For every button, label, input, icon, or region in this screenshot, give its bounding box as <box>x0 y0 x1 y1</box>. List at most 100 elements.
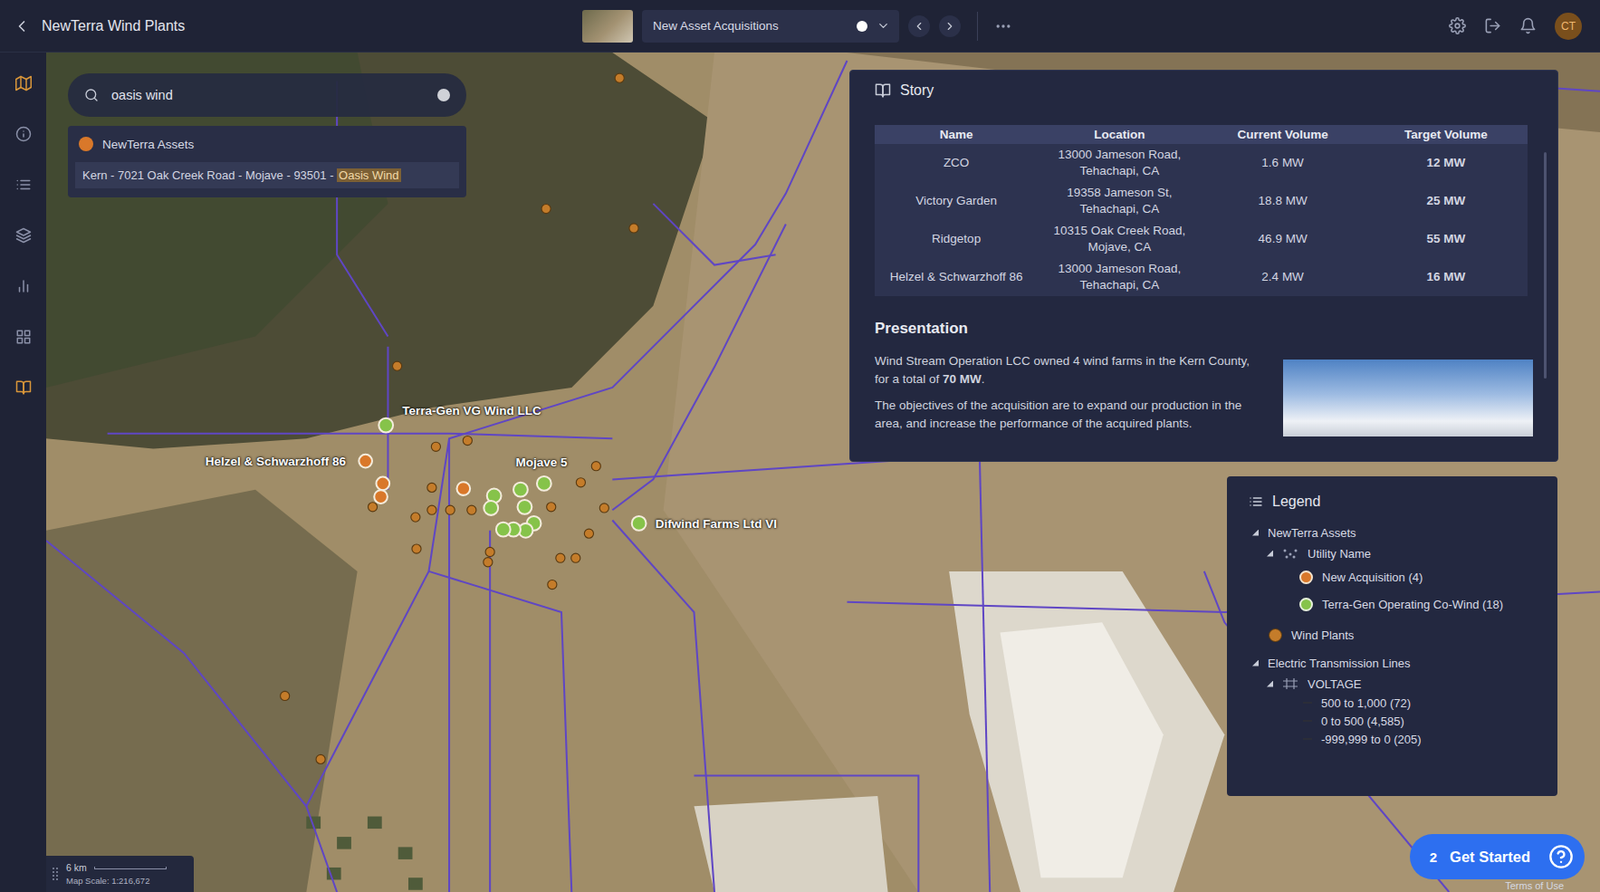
map-label: Helzel & Schwarzhoff 86 <box>205 454 346 469</box>
text: Wind Stream Operation LCC owned 4 wind f… <box>874 354 1250 386</box>
legend-field[interactable]: VOLTAGE <box>1248 673 1538 694</box>
map-pin[interactable] <box>411 512 421 522</box>
table-cell: Victory Garden <box>874 182 1038 221</box>
sidebar-item[interactable] <box>15 379 32 396</box>
table-row: Helzel & Schwarzhoff 8613000 Jameson Roa… <box>874 258 1528 297</box>
book-icon <box>874 82 892 99</box>
prev-button[interactable] <box>908 15 930 38</box>
legend-item: 0 to 500 (4,585) <box>1248 711 1538 730</box>
map-pin[interactable] <box>584 528 594 538</box>
map-pin[interactable] <box>541 203 551 213</box>
sidebar-item[interactable] <box>15 75 32 92</box>
map-pin[interactable] <box>517 499 533 515</box>
presentation-body: Wind Stream Operation LCC owned 4 wind f… <box>874 352 1533 441</box>
user-avatar[interactable]: CT <box>1554 12 1582 40</box>
map[interactable]: Terra-Gen VG Wind LLCHelzel & Schwarzhof… <box>46 52 1600 892</box>
map-pin[interactable] <box>485 546 495 556</box>
table-cell: 46.9 MW <box>1201 220 1365 259</box>
bell-icon[interactable] <box>1519 17 1537 35</box>
map-pin[interactable] <box>546 502 556 512</box>
map-pin[interactable] <box>599 503 609 513</box>
story-selector[interactable]: New Asset Acquisitions <box>641 9 900 43</box>
map-pin[interactable] <box>373 489 388 504</box>
map-pin[interactable] <box>483 500 499 516</box>
map-pin[interactable] <box>462 435 472 445</box>
table-cell: 10315 Oak Creek Road, Mojave, CA <box>1037 220 1201 259</box>
list-icon <box>1248 494 1264 509</box>
map-pin[interactable] <box>467 505 477 515</box>
map-pin[interactable] <box>536 476 552 491</box>
table-header-cell: Location <box>1037 124 1201 144</box>
sidebar-item-icon <box>15 75 32 92</box>
sidebar-item[interactable] <box>15 328 32 345</box>
map-pin[interactable] <box>632 516 647 531</box>
chevron-left-icon <box>912 19 926 33</box>
map-pin[interactable] <box>571 553 581 563</box>
map-pin[interactable] <box>316 754 326 764</box>
caret-icon[interactable] <box>1266 680 1274 688</box>
text: . <box>981 372 986 386</box>
more-icon[interactable] <box>994 17 1013 36</box>
sidebar-item-icon <box>15 125 32 143</box>
chevron-right-icon <box>943 19 957 33</box>
story-thumbnail <box>582 9 633 43</box>
map-pin[interactable] <box>547 579 557 589</box>
map-pin[interactable] <box>575 478 585 488</box>
chevron-down-icon <box>876 19 891 33</box>
legend-header: Legend <box>1248 481 1538 522</box>
map-pin[interactable] <box>591 461 601 471</box>
get-started-button[interactable]: 2Get Started <box>1409 833 1585 880</box>
map-pin[interactable] <box>378 418 393 433</box>
map-pin[interactable] <box>457 481 471 496</box>
map-pin[interactable] <box>614 73 624 83</box>
map-pin[interactable] <box>629 223 639 233</box>
map-pin[interactable] <box>392 361 403 371</box>
table-row: ZCO13000 Jameson Road, Tehachapi, CA1.6 … <box>874 143 1528 183</box>
legend-group[interactable]: NewTerra Assets <box>1248 521 1538 544</box>
map-pin[interactable] <box>513 482 528 498</box>
legend-panel: LegendNewTerra AssetsUtility Name New Acq… <box>1226 476 1558 796</box>
legend-item-label: New Acquisition (4) <box>1322 570 1423 585</box>
result-item[interactable]: Kern - 7021 Oak Creek Road - Mojave - 93… <box>75 162 460 189</box>
map-pin[interactable] <box>427 505 437 515</box>
map-pin[interactable] <box>555 553 566 563</box>
map-pin[interactable] <box>367 502 377 512</box>
caret-icon[interactable] <box>1252 660 1259 667</box>
map-pin[interactable] <box>483 557 493 567</box>
map-pin[interactable] <box>496 522 511 537</box>
sidebar-item-icon <box>15 379 32 396</box>
sidebar-item[interactable] <box>15 125 32 143</box>
drag-handle-icon[interactable] <box>51 867 59 881</box>
caret-icon[interactable] <box>1252 529 1259 537</box>
search-input[interactable] <box>109 86 427 104</box>
sidebar-item[interactable] <box>15 277 32 295</box>
map-pin[interactable] <box>411 544 422 554</box>
map-pin[interactable] <box>358 454 373 469</box>
scale-bar <box>94 866 167 870</box>
legend-symbol <box>1299 597 1313 612</box>
map-pin[interactable] <box>375 477 390 491</box>
legend-item-label: -999,999 to 0 (205) <box>1321 732 1422 747</box>
result-group: NewTerra Assets <box>75 131 460 157</box>
legend-group[interactable]: Electric Transmission Lines <box>1248 651 1538 674</box>
logout-icon[interactable] <box>1484 17 1502 35</box>
map-pin[interactable] <box>445 505 455 515</box>
story-panel: StoryNameLocationCurrent VolumeTarget Vo… <box>849 69 1559 462</box>
back-icon[interactable] <box>12 17 31 36</box>
map-pin[interactable] <box>280 690 290 700</box>
caret-icon[interactable] <box>1266 550 1274 557</box>
sidebar-item[interactable] <box>15 227 32 244</box>
legend-symbol <box>1268 628 1283 642</box>
sidebar-item[interactable] <box>15 176 32 193</box>
next-button[interactable] <box>938 15 961 38</box>
table-cell: 2.4 MW <box>1201 258 1365 297</box>
terms-link[interactable]: Terms of Use <box>1504 880 1564 892</box>
gear-icon[interactable] <box>1448 17 1466 35</box>
scrollbar[interactable] <box>1543 152 1547 379</box>
story-controls: New Asset Acquisitions <box>582 9 1013 43</box>
legend-field[interactable]: Utility Name <box>1248 543 1538 564</box>
legend-field-label: VOLTAGE <box>1307 677 1361 691</box>
map-pin[interactable] <box>427 482 437 492</box>
map-label: Mojave 5 <box>515 455 567 470</box>
map-pin[interactable] <box>431 441 441 451</box>
